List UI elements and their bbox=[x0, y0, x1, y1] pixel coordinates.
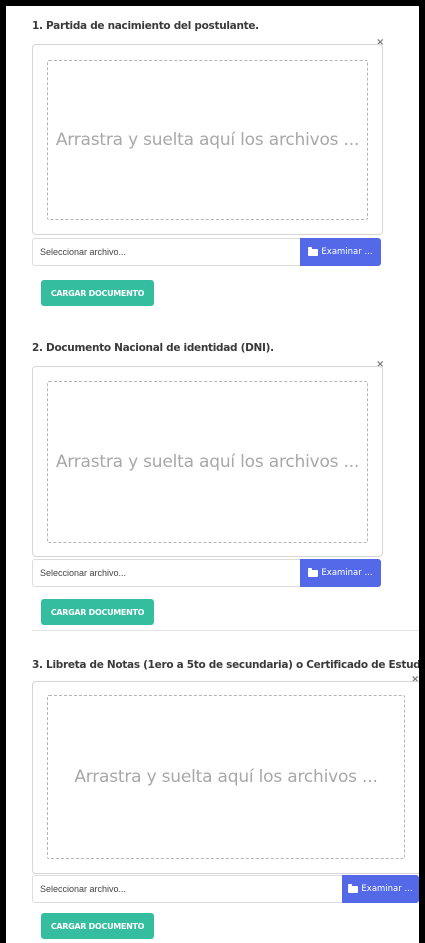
dropzone-text: Arrastra y suelta aquí los archivos ... bbox=[55, 130, 360, 150]
dropzone-area[interactable]: Arrastra y suelta aquí los archivos ... bbox=[47, 60, 368, 220]
dropzone[interactable]: Arrastra y suelta aquí los archivos ... bbox=[32, 681, 419, 874]
section-dni: 2. Documento Nacional de identidad (DNI)… bbox=[32, 342, 392, 625]
browse-button[interactable]: Examinar ... bbox=[300, 238, 381, 266]
file-input-group: Seleccionar archivo... Examinar ... bbox=[32, 559, 381, 587]
dropzone[interactable]: Arrastra y suelta aquí los archivos ... bbox=[32, 44, 383, 235]
browse-label: Examinar ... bbox=[321, 568, 373, 578]
browse-label: Examinar ... bbox=[361, 884, 413, 894]
dropzone-text: Arrastra y suelta aquí los archivos ... bbox=[74, 767, 378, 787]
dropzone-area[interactable]: Arrastra y suelta aquí los archivos ... bbox=[47, 381, 368, 543]
dropzone[interactable]: Arrastra y suelta aquí los archivos ... bbox=[32, 366, 383, 557]
dropzone-text: Arrastra y suelta aquí los archivos ... bbox=[55, 452, 360, 472]
section-title: 2. Documento Nacional de identidad (DNI)… bbox=[32, 342, 274, 354]
file-path-field[interactable]: Seleccionar archivo... bbox=[32, 875, 342, 903]
upload-document-button[interactable]: CARGAR DOCUMENTO bbox=[41, 280, 154, 306]
file-path-field[interactable]: Seleccionar archivo... bbox=[32, 559, 300, 587]
browse-button[interactable]: Examinar ... bbox=[342, 875, 419, 903]
section-birth-certificate: 1. Partida de nacimiento del postulante.… bbox=[32, 20, 392, 306]
upload-document-button[interactable]: CARGAR DOCUMENTO bbox=[41, 913, 154, 939]
folder-icon bbox=[308, 246, 319, 256]
upload-document-button[interactable]: CARGAR DOCUMENTO bbox=[41, 599, 154, 625]
file-path-field[interactable]: Seleccionar archivo... bbox=[32, 238, 300, 266]
section-title: 1. Partida de nacimiento del postulante. bbox=[32, 20, 259, 32]
section-title: 3. Libreta de Notas (1ero a 5to de secun… bbox=[32, 659, 419, 671]
section-grade-report: 3. Libreta de Notas (1ero a 5to de secun… bbox=[32, 659, 419, 943]
folder-icon bbox=[348, 883, 359, 893]
browse-button[interactable]: Examinar ... bbox=[300, 559, 381, 587]
browse-label: Examinar ... bbox=[321, 247, 373, 257]
folder-icon bbox=[308, 567, 319, 577]
section-divider bbox=[32, 630, 419, 631]
file-input-group: Seleccionar archivo... Examinar ... bbox=[32, 238, 381, 266]
file-input-group: Seleccionar archivo... Examinar ... bbox=[32, 875, 419, 903]
upload-form-panel: 1. Partida de nacimiento del postulante.… bbox=[6, 6, 419, 943]
dropzone-area[interactable]: Arrastra y suelta aquí los archivos ... bbox=[47, 695, 405, 859]
